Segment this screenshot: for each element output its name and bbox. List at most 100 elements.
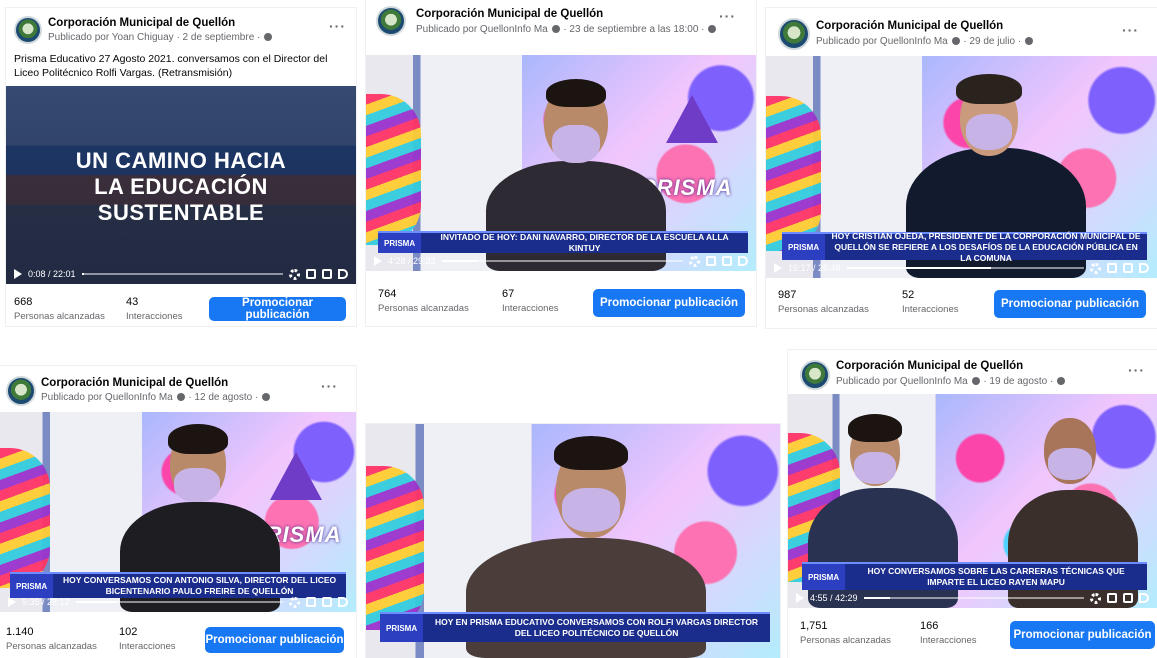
post-meta: Publicado por QuellonInfo Ma · 12 de ago… <box>41 392 271 403</box>
video-progress-bar[interactable] <box>81 273 283 275</box>
page-name[interactable]: Corporación Municipal de Quellón <box>41 377 228 389</box>
reach-count: 764 <box>378 288 397 300</box>
page-avatar[interactable] <box>376 6 406 36</box>
video-progress-fill <box>75 601 118 603</box>
page-avatar[interactable] <box>778 18 810 50</box>
post-meta: Publicado por QuellonInfo Ma · 29 de jul… <box>816 36 1034 47</box>
lower-third-caption: PRISMA INVITADO DE HOY: DANI NAVARRO, DI… <box>378 231 748 253</box>
video-progress-bar[interactable] <box>863 597 1084 599</box>
badge-icon <box>951 37 960 45</box>
lower-third-logo: PRISMA <box>380 614 424 642</box>
posted-by[interactable]: Publicado por Yoan Chiguay <box>48 32 174 43</box>
post-date[interactable]: · 12 de agosto · <box>188 392 258 403</box>
video-progress-bar[interactable] <box>75 601 283 603</box>
settings-icon[interactable] <box>689 255 700 267</box>
picture-in-picture-icon[interactable] <box>322 269 332 279</box>
badge-icon <box>176 393 185 401</box>
video-player[interactable]: PRISMA HOY CONVERSAMOS SOBRE LAS CARRERA… <box>788 394 1157 608</box>
post-date[interactable]: · 2 de septiembre · <box>176 32 260 43</box>
fullscreen-icon[interactable] <box>1107 593 1117 603</box>
play-icon[interactable] <box>796 593 804 603</box>
volume-icon[interactable] <box>1139 593 1149 603</box>
play-icon[interactable] <box>14 269 22 279</box>
post-date[interactable]: · 19 de agosto · <box>983 376 1053 387</box>
settings-icon[interactable] <box>1090 262 1101 274</box>
video-time: 16:17 / 26:48 <box>788 263 841 273</box>
settings-icon[interactable] <box>1090 592 1101 604</box>
volume-icon[interactable] <box>338 269 348 279</box>
picture-in-picture-icon[interactable] <box>722 256 732 266</box>
picture-in-picture-icon[interactable] <box>1123 593 1133 603</box>
page-avatar[interactable] <box>14 16 42 44</box>
video-progress-fill <box>863 597 890 599</box>
promote-button[interactable]: Promocionar publicación <box>209 297 346 321</box>
reach-label: Personas alcanzadas <box>14 311 105 322</box>
more-options-icon[interactable]: ··· <box>321 378 338 394</box>
interactions-count: 52 <box>902 289 915 301</box>
post-date[interactable]: · 23 de septiembre a las 18:00 · <box>563 24 704 35</box>
video-controls: 5:35 / 28:12 <box>0 592 356 612</box>
guest-hair <box>956 74 1022 104</box>
more-options-icon[interactable]: ··· <box>1128 362 1145 378</box>
posted-by[interactable]: Publicado por QuellonInfo Ma <box>836 376 968 387</box>
studio-stripes <box>766 95 821 252</box>
post-date[interactable]: · 29 de julio · <box>963 36 1021 47</box>
video-time: 5:35 / 28:12 <box>22 597 70 607</box>
page-avatar[interactable] <box>800 360 830 390</box>
video-player[interactable]: PRISMA HOY EN PRISMA EDUCATIVO CONVERSAM… <box>366 424 780 658</box>
video-time: 4:28 / 29:33 <box>388 256 436 266</box>
fullscreen-icon[interactable] <box>1107 263 1117 273</box>
page-name[interactable]: Corporación Municipal de Quellón <box>416 8 603 20</box>
video-player[interactable]: PRISMA HOY CRISTIAN OJEDA, PRESIDENTE DE… <box>766 56 1157 278</box>
volume-icon[interactable] <box>1139 263 1149 273</box>
promote-button[interactable]: Promocionar publicación <box>994 290 1146 318</box>
video-progress-bar[interactable] <box>846 267 1084 269</box>
fullscreen-icon[interactable] <box>706 256 716 266</box>
post-caption: Prisma Educativo 27 Agosto 2021. convers… <box>14 53 328 79</box>
more-options-icon[interactable]: ··· <box>1122 22 1139 38</box>
page-avatar[interactable] <box>6 376 36 406</box>
globe-icon <box>1024 37 1033 45</box>
interactions-count: 43 <box>126 296 139 308</box>
reach-count: 987 <box>778 289 797 301</box>
studio-stripes <box>0 448 50 588</box>
page-name[interactable]: Corporación Municipal de Quellón <box>816 20 1003 32</box>
settings-icon[interactable] <box>289 596 300 608</box>
lower-third-caption: PRISMA HOY CONVERSAMOS SOBRE LAS CARRERA… <box>802 562 1147 590</box>
posted-by[interactable]: Publicado por QuellonInfo Ma <box>816 36 948 47</box>
page-name[interactable]: Corporación Municipal de Quellón <box>836 360 1023 372</box>
fullscreen-icon[interactable] <box>306 269 316 279</box>
promote-button[interactable]: Promocionar publicación <box>205 627 344 653</box>
more-options-icon[interactable]: ··· <box>329 18 346 34</box>
promote-button[interactable]: Promocionar publicación <box>1010 621 1155 649</box>
lower-third-caption: PRISMA HOY CRISTIAN OJEDA, PRESIDENTE DE… <box>782 231 1147 263</box>
guest-mask <box>966 114 1012 150</box>
post-card-1: Corporación Municipal de Quellón Publica… <box>6 8 356 326</box>
picture-in-picture-icon[interactable] <box>322 597 332 607</box>
play-icon[interactable] <box>374 256 382 266</box>
video-player[interactable]: PRISMA PRISMA HOY CONVERSAMOS CON ANTONI… <box>0 412 356 612</box>
fullscreen-icon[interactable] <box>306 597 316 607</box>
settings-icon[interactable] <box>289 268 300 280</box>
play-icon[interactable] <box>8 597 16 607</box>
interactions-count: 67 <box>502 288 515 300</box>
studio-stripes <box>366 466 424 630</box>
promote-button[interactable]: Promocionar publicación <box>593 289 745 317</box>
volume-icon[interactable] <box>738 256 748 266</box>
globe-icon <box>262 393 271 401</box>
reach-label: Personas alcanzadas <box>378 303 469 314</box>
video-progress-bar[interactable] <box>441 260 683 262</box>
volume-icon[interactable] <box>338 597 348 607</box>
video-player[interactable]: PRISMA PRISMA INVITADO DE HOY: DANI NAVA… <box>366 55 756 271</box>
posted-by[interactable]: Publicado por QuellonInfo Ma <box>416 24 548 35</box>
guest-1-mask <box>854 452 896 484</box>
picture-in-picture-icon[interactable] <box>1123 263 1133 273</box>
page-name[interactable]: Corporación Municipal de Quellón <box>48 17 235 29</box>
play-icon[interactable] <box>774 263 782 273</box>
more-options-icon[interactable]: ··· <box>719 8 736 24</box>
lower-third-caption: PRISMA HOY EN PRISMA EDUCATIVO CONVERSAM… <box>380 612 770 642</box>
posted-by[interactable]: Publicado por QuellonInfo Ma <box>41 392 173 403</box>
globe-icon <box>264 33 273 41</box>
post-meta: Publicado por QuellonInfo Ma · 19 de ago… <box>836 376 1066 387</box>
video-player[interactable]: UN CAMINO HACIA LA EDUCACIÓN SUSTENTABLE… <box>6 86 356 284</box>
